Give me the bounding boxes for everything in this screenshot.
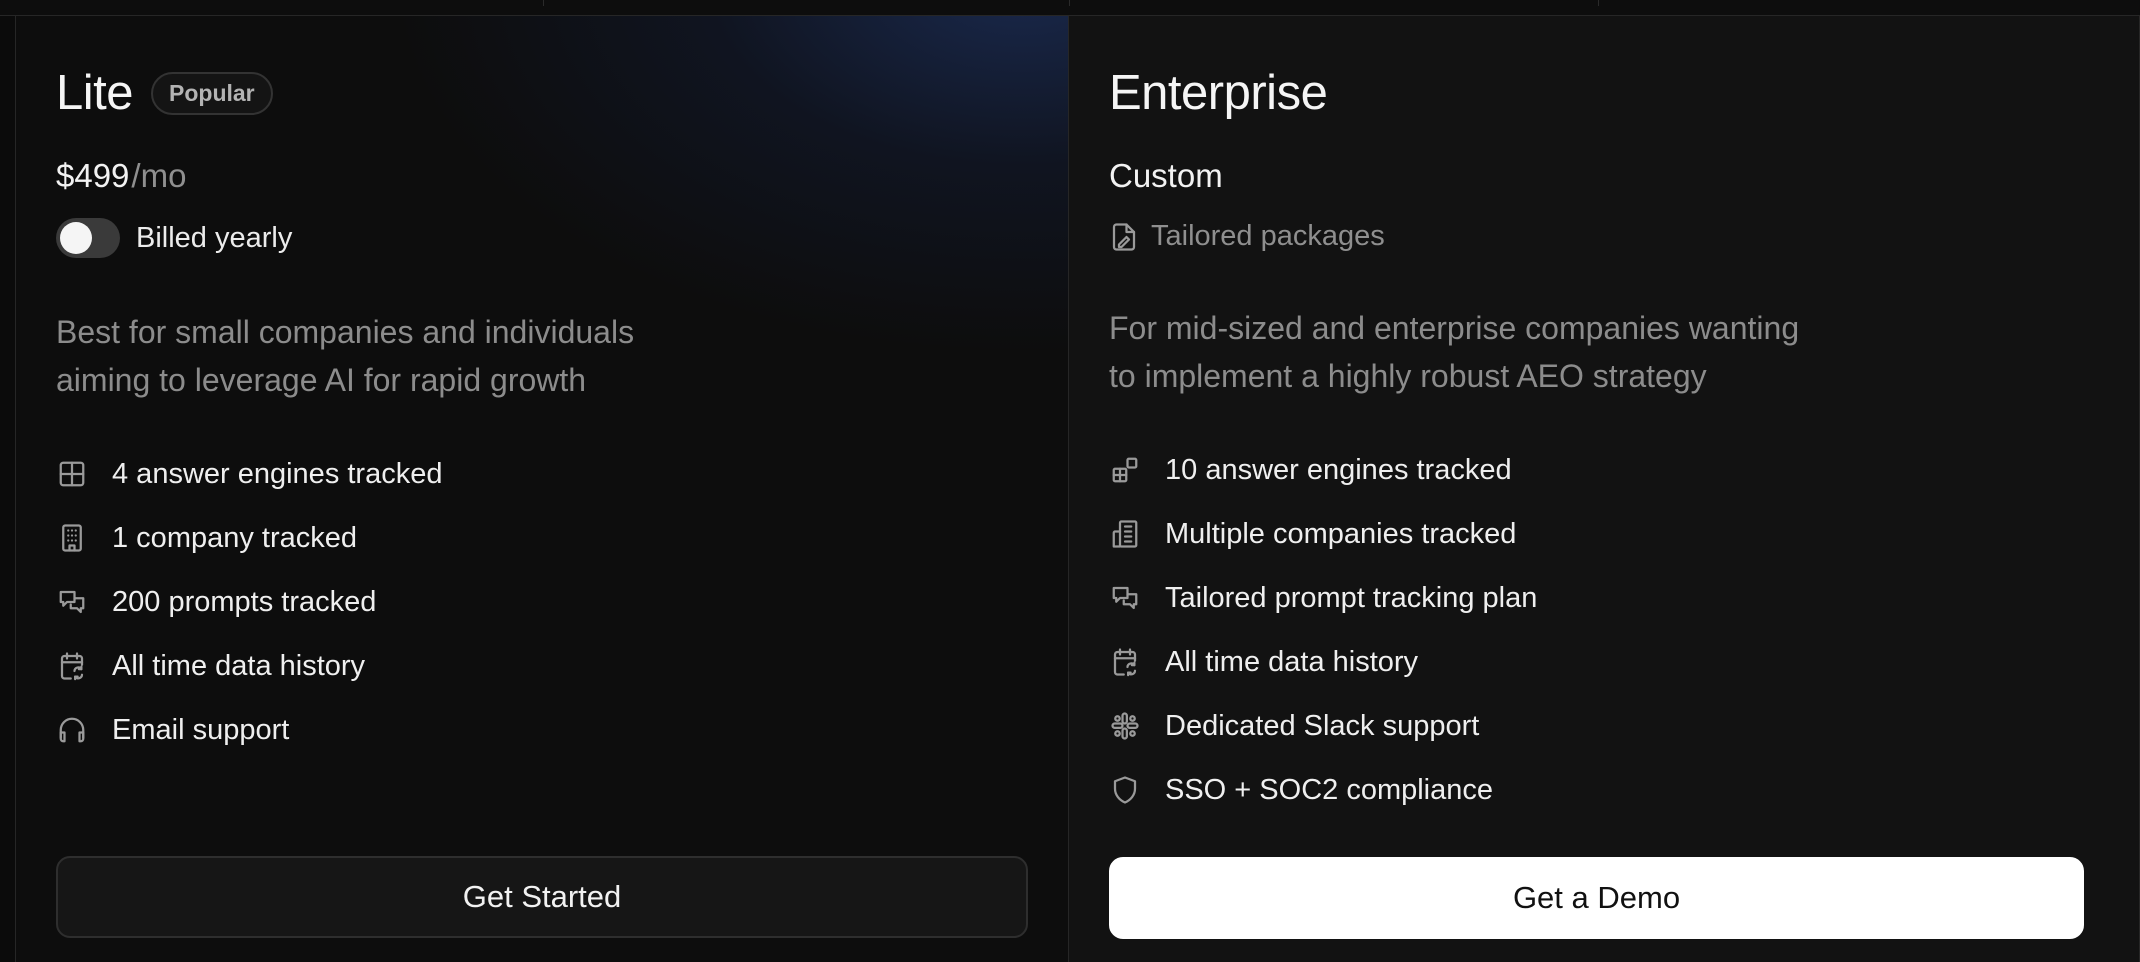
feature-label: All time data history xyxy=(1165,645,1419,678)
top-border xyxy=(0,0,2140,16)
file-signature-icon xyxy=(1109,222,1139,252)
grid-icon xyxy=(56,458,88,490)
calendar-refresh-icon xyxy=(1109,646,1141,678)
divider-tick xyxy=(1069,0,1070,6)
plan-card-lite: Lite Popular $499/mo Billed yearly Best … xyxy=(16,16,1069,962)
headphones-icon xyxy=(56,714,88,746)
calendar-refresh-icon xyxy=(56,650,88,682)
description-line: Best for small companies and individuals xyxy=(56,314,635,350)
plan-price: $499/mo xyxy=(56,156,186,196)
feature-item: All time data history xyxy=(56,634,442,698)
feature-item: SSO + SOC2 compliance xyxy=(1109,758,1537,822)
pricing-page: Lite Popular $499/mo Billed yearly Best … xyxy=(0,0,2140,962)
feature-item: All time data history xyxy=(1109,630,1537,694)
price-period: /mo xyxy=(131,157,187,194)
billing-toggle-row: Billed yearly xyxy=(56,218,292,258)
plan-header: Lite Popular xyxy=(56,64,273,123)
feature-list: 4 answer engines tracked 1 company track… xyxy=(56,442,442,762)
tailored-packages-row: Tailored packages xyxy=(1109,220,1385,253)
slack-icon xyxy=(1109,710,1141,742)
toggle-knob xyxy=(60,222,92,254)
feature-item: Multiple companies tracked xyxy=(1109,502,1537,566)
description-line: to implement a highly robust AEO strateg… xyxy=(1109,358,1707,394)
feature-label: Tailored prompt tracking plan xyxy=(1165,581,1538,614)
chat-bubbles-icon xyxy=(56,586,88,618)
feature-label: Email support xyxy=(112,713,290,746)
pricing-cards: Lite Popular $499/mo Billed yearly Best … xyxy=(15,16,2140,962)
feature-label: Multiple companies tracked xyxy=(1165,517,1517,550)
feature-label: Dedicated Slack support xyxy=(1165,709,1480,742)
billed-yearly-label: Billed yearly xyxy=(136,221,293,254)
description-line: For mid-sized and enterprise companies w… xyxy=(1109,310,1800,346)
plan-price: Custom xyxy=(1109,157,1223,194)
feature-item: 10 answer engines tracked xyxy=(1109,438,1537,502)
feature-item: Tailored prompt tracking plan xyxy=(1109,566,1537,630)
get-started-button[interactable]: Get Started xyxy=(56,856,1028,938)
divider-tick xyxy=(543,0,544,6)
card-glow xyxy=(388,16,1068,356)
plan-description: Best for small companies and individuals… xyxy=(56,308,756,404)
grid-plus-icon xyxy=(1109,454,1141,486)
plan-title: Lite xyxy=(56,66,134,120)
feature-item: 4 answer engines tracked xyxy=(56,442,442,506)
chat-bubbles-icon xyxy=(1109,582,1141,614)
feature-label: 200 prompts tracked xyxy=(112,585,377,618)
building-icon xyxy=(56,522,88,554)
plan-header: Enterprise xyxy=(1109,64,1328,123)
feature-label: 4 answer engines tracked xyxy=(112,457,443,490)
get-a-demo-button[interactable]: Get a Demo xyxy=(1109,857,2084,939)
plan-card-enterprise: Enterprise Custom Tailored packages For … xyxy=(1069,16,2139,962)
feature-label: 1 company tracked xyxy=(112,521,358,554)
shield-icon xyxy=(1109,774,1141,806)
feature-item: Email support xyxy=(56,698,442,762)
feature-item: 1 company tracked xyxy=(56,506,442,570)
price-amount: $499 xyxy=(56,157,130,194)
plan-description: For mid-sized and enterprise companies w… xyxy=(1109,304,1889,400)
billed-yearly-toggle[interactable] xyxy=(56,218,120,258)
feature-label: All time data history xyxy=(112,649,366,682)
divider-tick xyxy=(1598,0,1599,6)
feature-label: 10 answer engines tracked xyxy=(1165,453,1512,486)
feature-label: SSO + SOC2 compliance xyxy=(1165,773,1494,806)
popular-badge: Popular xyxy=(151,71,273,116)
buildings-icon xyxy=(1109,518,1141,550)
feature-item: Dedicated Slack support xyxy=(1109,694,1537,758)
plan-title: Enterprise xyxy=(1109,66,1328,120)
description-line: aiming to leverage AI for rapid growth xyxy=(56,362,587,398)
feature-list: 10 answer engines tracked Multiple compa… xyxy=(1109,438,1537,822)
feature-item: 200 prompts tracked xyxy=(56,570,442,634)
tailored-packages-label: Tailored packages xyxy=(1151,220,1385,252)
